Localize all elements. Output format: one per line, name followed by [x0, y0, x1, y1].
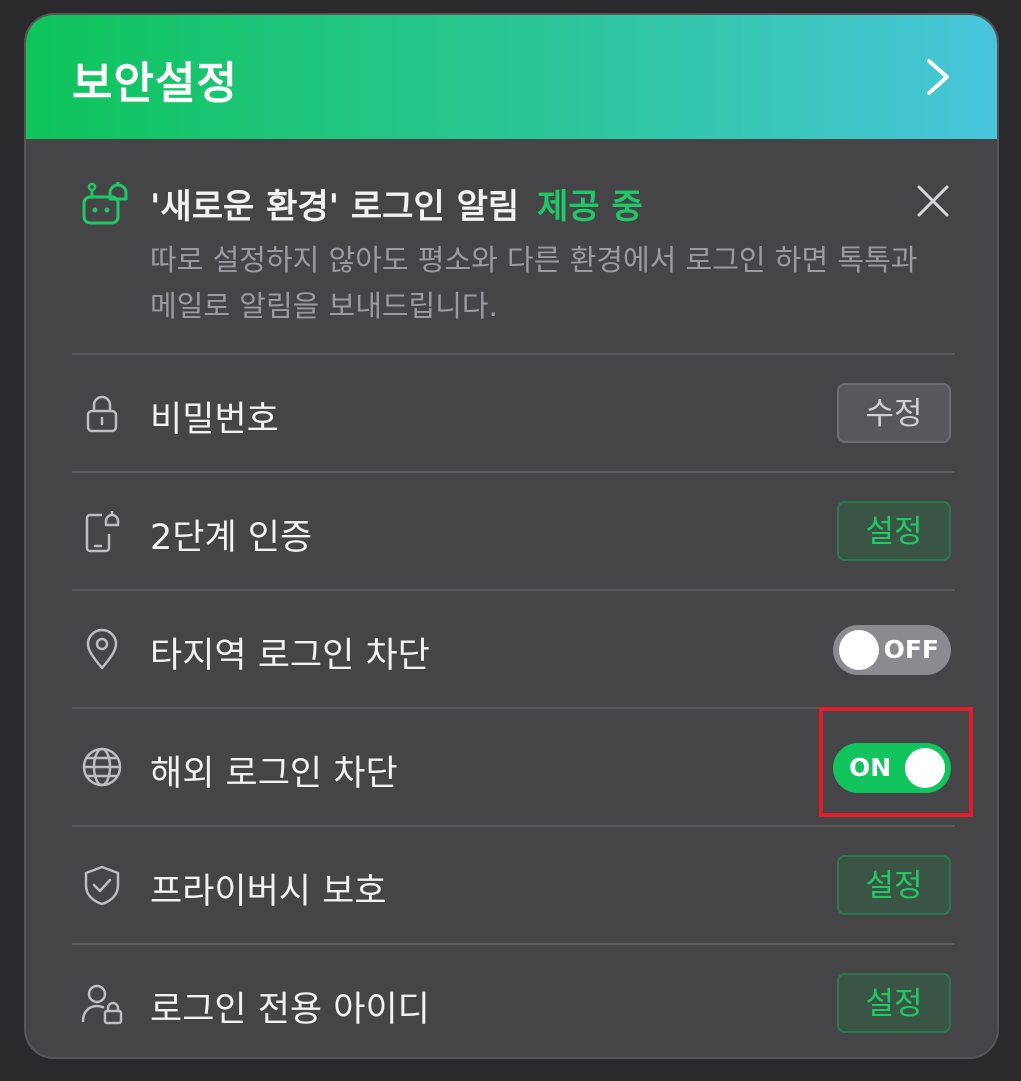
robot-bell-icon [82, 182, 128, 225]
row-label-login-only-id: 로그인 전용 아이디 [150, 990, 430, 1030]
notice-title-text: '새로운 환경' 로그인 알림 [150, 187, 520, 227]
row-label-two-step-auth: 2단계 인증 [150, 518, 313, 558]
row-overseas-block: 해외 로그인 차단 ON [26, 709, 997, 825]
shield-check-icon [84, 865, 120, 906]
row-region-block: 타지역 로그인 차단 OFF [26, 591, 997, 707]
location-pin-icon [86, 628, 118, 670]
card-header[interactable]: 보안설정 [26, 15, 997, 139]
row-label-overseas-block: 해외 로그인 차단 [150, 754, 398, 794]
row-password: 비밀번호 수정 [26, 355, 997, 471]
row-label-password: 비밀번호 [150, 400, 279, 440]
setup-privacy-button[interactable]: 설정 [837, 855, 951, 915]
chevron-right-icon[interactable] [917, 55, 957, 99]
row-two-step-auth: 2단계 인증 설정 [26, 473, 997, 589]
lock-icon [86, 395, 118, 433]
row-login-only-id: 로그인 전용 아이디 설정 [26, 945, 997, 1057]
notice-title: '새로운 환경' 로그인 알림 제공 중 [150, 179, 643, 228]
edit-password-button[interactable]: 수정 [837, 383, 951, 443]
toggle-state-label: ON [849, 753, 892, 782]
login-alert-notice: '새로운 환경' 로그인 알림 제공 중 따로 설정하지 않아도 평소와 다른 환… [26, 139, 997, 353]
globe-icon [82, 747, 122, 787]
toggle-knob [905, 748, 945, 788]
overseas-block-toggle[interactable]: ON [833, 743, 951, 793]
region-block-toggle[interactable]: OFF [833, 625, 951, 675]
phone-lock-icon [85, 511, 120, 553]
close-icon[interactable] [915, 183, 951, 219]
notice-status: 제공 중 [537, 187, 643, 227]
toggle-knob [839, 630, 879, 670]
page-title: 보안설정 [72, 58, 238, 109]
user-lock-icon [81, 984, 123, 1025]
security-settings-card: 보안설정 '새로운 환경' 로그인 알림 제공 중 따로 설정하지 않아도 평소와… [24, 13, 999, 1059]
row-label-region-block: 타지역 로그인 차단 [150, 636, 430, 676]
row-label-privacy-protection: 프라이버시 보호 [150, 872, 387, 912]
row-privacy-protection: 프라이버시 보호 설정 [26, 827, 997, 943]
notice-description: 따로 설정하지 않아도 평소와 다른 환경에서 로그인 하면 톡톡과 메일로 알… [150, 243, 918, 323]
setup-two-step-button[interactable]: 설정 [837, 501, 951, 561]
toggle-state-label: OFF [883, 635, 939, 664]
setup-login-id-button[interactable]: 설정 [837, 973, 951, 1033]
